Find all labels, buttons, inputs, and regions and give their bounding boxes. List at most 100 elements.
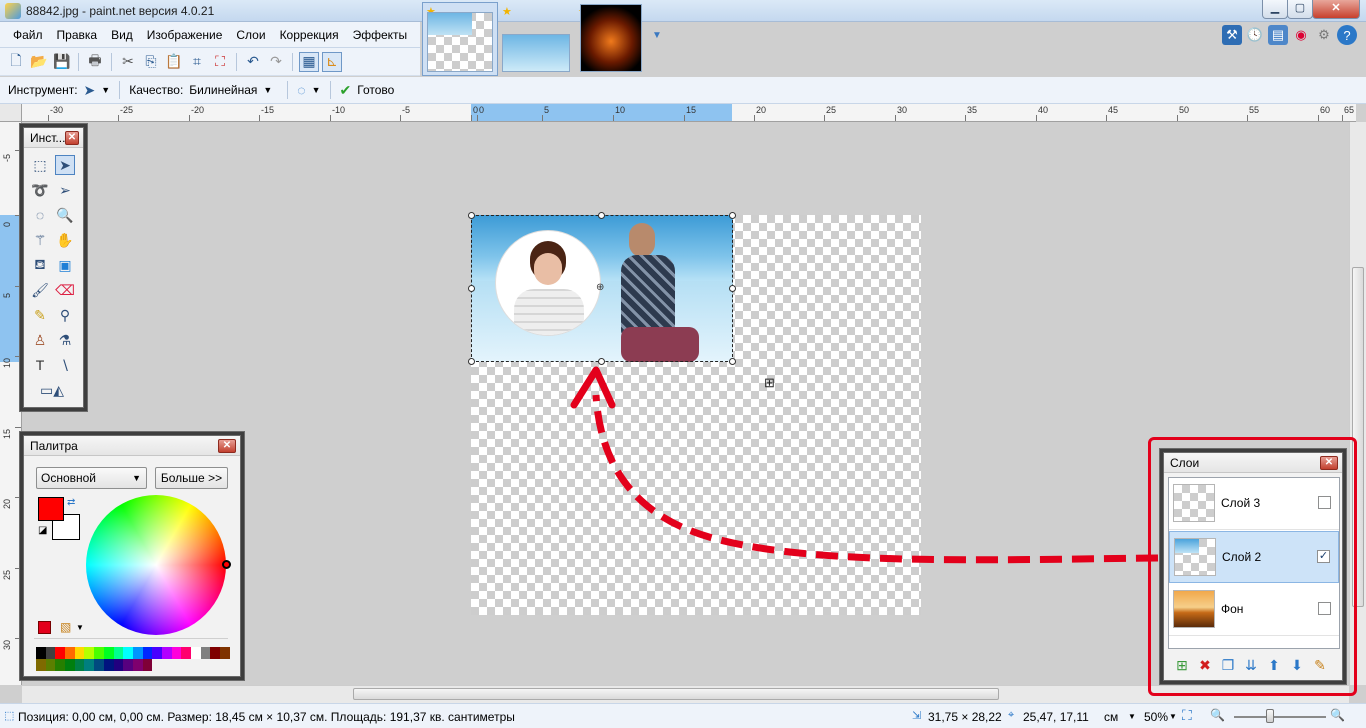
palette-menu-icon[interactable]: ▧	[60, 620, 71, 634]
palette-menu-dropdown-icon[interactable]: ▼	[76, 623, 84, 632]
rulers-icon[interactable]: ⊾	[322, 51, 342, 72]
palette-swatch[interactable]	[65, 659, 75, 671]
colors-window-icon[interactable]: ◉	[1291, 25, 1311, 45]
zoom-slider-thumb[interactable]	[1266, 709, 1274, 723]
pan-icon[interactable]: ✋	[55, 230, 75, 250]
paint-bucket-icon[interactable]: ⛾	[30, 255, 50, 275]
palette-swatch[interactable]	[94, 659, 104, 671]
magic-wand-icon[interactable]: ⚚	[30, 230, 50, 250]
swap-colors-icon[interactable]: ⇄	[67, 497, 75, 508]
palette-swatch[interactable]	[132, 659, 143, 671]
minimize-button[interactable]: ▁	[1262, 0, 1288, 19]
image-thumb-2[interactable]	[502, 34, 570, 72]
grid-icon[interactable]: ▦	[299, 51, 319, 72]
zoom-dropdown-icon[interactable]: ▼	[1169, 712, 1177, 721]
help-icon[interactable]: ?	[1337, 25, 1357, 45]
recolor-icon[interactable]: ⚗	[55, 330, 75, 350]
add-layer-icon[interactable]: ⊞	[1172, 655, 1192, 675]
text-icon[interactable]: T	[30, 355, 50, 375]
selection-handle[interactable]	[729, 212, 736, 219]
palette-swatch[interactable]	[210, 647, 221, 659]
palette-swatch[interactable]	[55, 659, 66, 671]
palette-swatch[interactable]	[191, 647, 201, 659]
palette-swatch[interactable]	[181, 647, 191, 659]
palette-swatch[interactable]	[65, 647, 75, 659]
copy-icon[interactable]: ⎘	[141, 52, 161, 72]
palette-swatch[interactable]	[200, 647, 211, 659]
delete-layer-icon[interactable]: ✖	[1195, 655, 1215, 675]
shapes-icon[interactable]: ▭◭	[36, 380, 68, 400]
color-picker-icon[interactable]: ⚲	[55, 305, 75, 325]
palette-mode-select[interactable]: Основной ▼	[36, 467, 147, 489]
selection-handle[interactable]	[468, 358, 475, 365]
zoom-slider-track[interactable]	[1234, 716, 1326, 718]
new-icon[interactable]: 🗋	[6, 52, 26, 72]
palette-swatch[interactable]	[84, 659, 95, 671]
merge-down-icon[interactable]: ⇊	[1241, 655, 1261, 675]
selection-mode-icon[interactable]: ◌	[297, 82, 305, 98]
menu-image[interactable]: Изображение	[140, 22, 230, 48]
status-zoom[interactable]: 50%	[1144, 710, 1168, 724]
palette-swatch[interactable]	[36, 647, 46, 659]
palette-swatch[interactable]	[132, 647, 143, 659]
units-dropdown-icon[interactable]: ▼	[1128, 712, 1136, 721]
tools-panel-close-button[interactable]: ✕	[65, 131, 79, 145]
palette-swatch[interactable]	[103, 659, 114, 671]
palette-swatch[interactable]	[45, 659, 56, 671]
selection-handle[interactable]	[468, 212, 475, 219]
redo-icon[interactable]: ↷	[266, 52, 286, 72]
palette-swatch[interactable]	[123, 647, 133, 659]
tools-window-icon[interactable]: ⚒	[1222, 25, 1242, 45]
palette-swatch[interactable]	[55, 647, 66, 659]
menu-edit[interactable]: Правка	[50, 22, 105, 48]
layer-row-3[interactable]: Фон	[1169, 584, 1339, 636]
close-button[interactable]: ✕	[1312, 0, 1360, 19]
menu-adjustments[interactable]: Коррекция	[273, 22, 346, 48]
layer-visibility-checkbox-3[interactable]	[1318, 602, 1331, 615]
palette-swatch[interactable]	[171, 647, 182, 659]
palette-swatch[interactable]	[142, 659, 153, 671]
move-up-icon[interactable]: ⬆	[1264, 655, 1284, 675]
palette-swatch[interactable]	[36, 659, 46, 671]
tab-dropdown-icon[interactable]: ▼	[652, 30, 662, 41]
undo-icon[interactable]: ↶	[243, 52, 263, 72]
selection-handle[interactable]	[729, 285, 736, 292]
menu-effects[interactable]: Эффекты	[346, 22, 415, 48]
more-colors-button[interactable]: Больше >>	[155, 467, 228, 489]
palette-swatch[interactable]	[161, 647, 172, 659]
menu-file[interactable]: Файл	[6, 22, 50, 48]
hscroll-thumb[interactable]	[353, 688, 999, 700]
paintbrush-icon[interactable]: 🖌	[30, 280, 50, 300]
move-down-icon[interactable]: ⬇	[1287, 655, 1307, 675]
zoom-icon[interactable]: 🔍	[55, 205, 75, 225]
crop-icon[interactable]: ⌗	[187, 52, 207, 72]
ellipse-select-icon[interactable]: ◌	[30, 205, 50, 225]
layers-window-icon[interactable]: ▤	[1268, 25, 1288, 45]
status-units[interactable]: см	[1104, 710, 1118, 724]
maximize-button[interactable]: ▢	[1287, 0, 1313, 19]
clone-stamp-icon[interactable]: ♙	[30, 330, 50, 350]
menu-view[interactable]: Вид	[104, 22, 140, 48]
print-icon[interactable]: 🖶	[85, 52, 105, 72]
deselect-icon[interactable]: ⛶	[210, 52, 230, 72]
save-icon[interactable]: 💾	[52, 52, 72, 72]
color-wheel-marker[interactable]	[222, 560, 231, 569]
layer-visibility-checkbox-2[interactable]: ✓	[1317, 550, 1330, 563]
rectangle-select-icon[interactable]: ⬚	[30, 155, 50, 175]
color-wheel[interactable]	[86, 495, 226, 635]
image-thumb-1[interactable]	[427, 12, 493, 72]
settings-gear-icon[interactable]: ⚙	[1314, 25, 1334, 45]
move-tool-icon[interactable]: ➤	[84, 82, 96, 99]
reset-colors-icon[interactable]: ◪	[38, 525, 47, 536]
palette-swatch[interactable]	[113, 647, 124, 659]
lasso-select-icon[interactable]: ➰	[30, 180, 50, 200]
done-button[interactable]: Готово	[357, 83, 394, 97]
layer-row-1[interactable]: Слой 3	[1169, 478, 1339, 530]
layer-row-2[interactable]: Слой 2 ✓	[1169, 531, 1339, 583]
palette-swatch[interactable]	[45, 647, 56, 659]
zoom-in-icon[interactable]: 🔍	[1330, 708, 1345, 722]
pencil-icon[interactable]: ✎	[30, 305, 50, 325]
palette-panel-close-button[interactable]: ✕	[218, 439, 236, 453]
selection-mode-dropdown-icon[interactable]: ▼	[312, 85, 321, 95]
palette-swatches[interactable]	[36, 647, 230, 671]
